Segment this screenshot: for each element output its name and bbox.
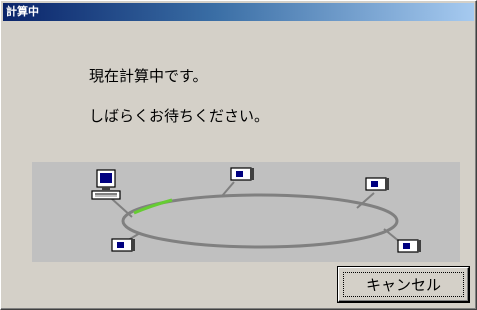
status-message: 現在計算中です。 bbox=[89, 67, 208, 85]
computer-icon bbox=[91, 169, 121, 200]
device-icon bbox=[230, 167, 254, 181]
wait-message: しばらくお待ちください。 bbox=[89, 107, 270, 125]
title-bar[interactable]: 計算中 bbox=[3, 3, 474, 21]
device-icon bbox=[111, 238, 135, 252]
cancel-button-label: キャンセル bbox=[365, 276, 441, 294]
device-icon bbox=[397, 239, 421, 253]
progress-dialog: 計算中 現在計算中です。 しばらくお待ちください。 キャンセル bbox=[0, 0, 477, 310]
device-icon bbox=[365, 177, 389, 191]
network-diagram bbox=[91, 167, 421, 253]
cancel-button[interactable]: キャンセル bbox=[337, 266, 470, 303]
window-title: 計算中 bbox=[6, 5, 39, 18]
progress-arc bbox=[133, 198, 173, 215]
network-animation bbox=[32, 162, 460, 262]
connector-line bbox=[221, 181, 235, 197]
